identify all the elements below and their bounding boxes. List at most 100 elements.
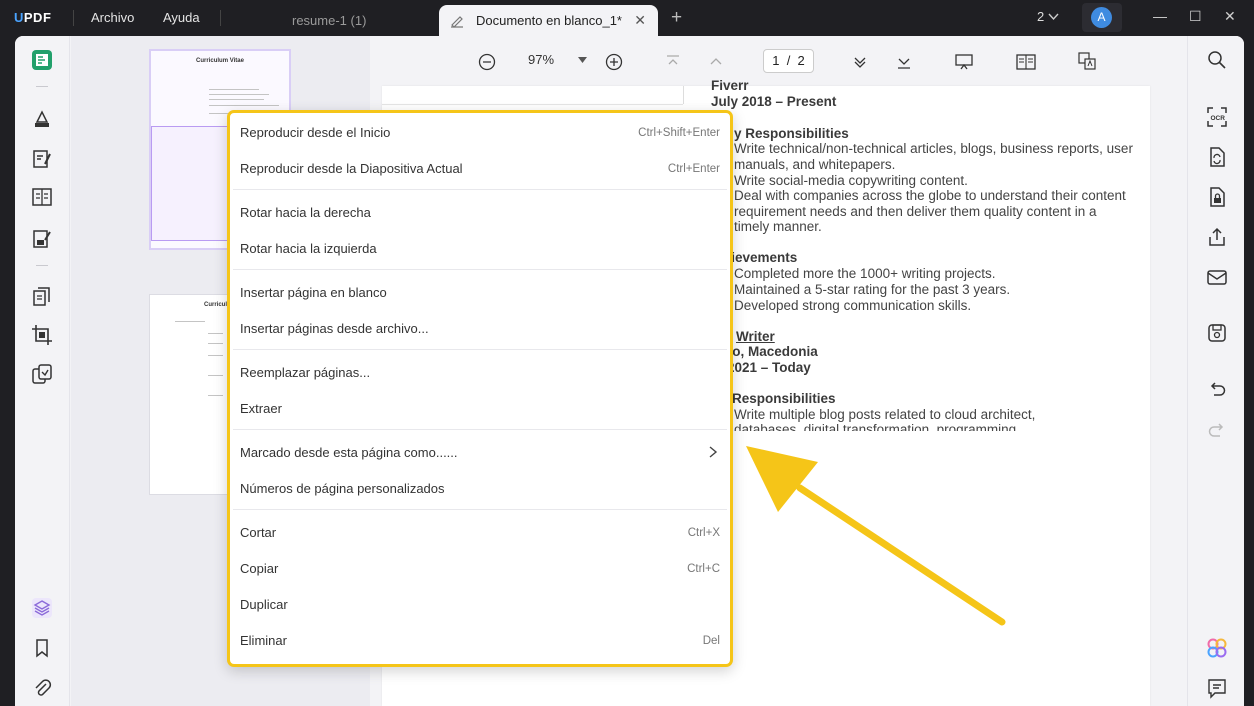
page-context-menu: Reproducir desde el Inicio Ctrl+Shift+Ent…	[227, 110, 733, 667]
reader-mode-icon[interactable]	[31, 49, 53, 71]
thumb-text-line	[209, 99, 264, 100]
thumb-text-line	[208, 333, 223, 334]
menu-separator	[233, 429, 727, 430]
thumb-text-line	[208, 375, 223, 376]
menu-separator	[233, 509, 727, 510]
zoom-level[interactable]: 97%	[528, 52, 554, 67]
menu-item-rotate-left[interactable]: Rotar hacia la izquierda	[240, 238, 720, 260]
bookmark-icon[interactable]	[31, 637, 53, 659]
svg-text:OCR: OCR	[1211, 115, 1226, 122]
chevron-down-icon	[1048, 13, 1059, 21]
page-rule	[382, 104, 683, 105]
menu-item-extract[interactable]: Extraer	[240, 398, 720, 420]
thumbnail-selection	[151, 126, 231, 241]
right-tool-rail: OCR	[1187, 36, 1244, 706]
menu-item-custom-page-numbers[interactable]: Números de página personalizados	[240, 478, 720, 500]
zoom-out-icon[interactable]	[478, 53, 496, 71]
thumb-text-line	[209, 105, 279, 106]
title-separator	[73, 10, 74, 26]
doc-line: requirement needs and then deliver them …	[734, 204, 1097, 219]
comment-icon[interactable]	[1206, 677, 1228, 699]
crop-icon[interactable]	[31, 324, 53, 346]
share-icon[interactable]	[1206, 226, 1228, 248]
menu-item-insert-blank-page[interactable]: Insertar página en blanco	[240, 282, 720, 304]
job-company: Fiverr	[711, 78, 749, 93]
page-display-icon[interactable]	[1016, 54, 1036, 70]
protect-icon[interactable]	[1206, 186, 1228, 208]
rail-divider	[36, 86, 48, 87]
tab-documento-active[interactable]: Documento en blanco_1* ✕	[439, 5, 658, 36]
doc-line: Write social-media copywriting content.	[734, 173, 968, 188]
presentation-icon[interactable]	[955, 54, 973, 70]
tab-label: Documento en blanco_1*	[476, 13, 622, 28]
ocr-icon[interactable]: OCR	[1206, 106, 1228, 128]
doc-line-clipped: databases, digital transformation, progr…	[734, 422, 1017, 431]
save-icon[interactable]	[1206, 322, 1228, 344]
shortcut: Ctrl+X	[687, 527, 720, 539]
minimize-button[interactable]: —	[1153, 8, 1167, 24]
first-page-icon[interactable]	[666, 55, 680, 69]
avatar[interactable]: A	[1091, 7, 1112, 28]
menu-item-replace-pages[interactable]: Reemplazar páginas...	[240, 362, 720, 384]
zoom-dropdown-icon[interactable]	[578, 57, 587, 64]
arrow-annotation-icon	[746, 446, 1006, 626]
attachment-icon[interactable]	[31, 677, 53, 699]
compare-icon[interactable]	[31, 363, 53, 385]
menu-item-insert-from-file[interactable]: Insertar páginas desde archivo...	[240, 318, 720, 340]
menu-ayuda[interactable]: Ayuda	[163, 10, 200, 25]
window-count[interactable]: 2	[1037, 9, 1059, 24]
section-heading: Responsibilities	[732, 391, 836, 406]
close-window-button[interactable]: ✕	[1224, 8, 1236, 25]
close-tab-icon[interactable]: ✕	[634, 5, 646, 36]
menu-item-cut[interactable]: Cortar Ctrl+X	[240, 522, 720, 544]
rail-divider	[36, 265, 48, 266]
doc-line: manuals, and whitepapers.	[734, 157, 896, 172]
layers-icon[interactable]	[31, 597, 53, 619]
last-page-icon[interactable]	[897, 55, 911, 69]
section-heading: hievements	[723, 250, 798, 265]
translate-icon[interactable]	[1078, 52, 1096, 70]
menu-item-copy[interactable]: Copiar Ctrl+C	[240, 558, 720, 580]
menu-separator	[233, 189, 727, 190]
doc-line: Maintained a 5-star rating for the past …	[734, 282, 1011, 297]
tab-resume[interactable]: resume-1 (1)	[292, 5, 366, 36]
undo-icon[interactable]	[1206, 379, 1228, 401]
edit-pdf-icon[interactable]	[31, 148, 53, 170]
section-heading: y Responsibilities	[734, 126, 849, 141]
menu-item-play-from-current[interactable]: Reproducir desde la Diapositiva Actual Ct…	[240, 158, 720, 180]
previous-page-icon[interactable]	[709, 55, 723, 69]
zoom-in-icon[interactable]	[605, 53, 623, 71]
shortcut: Ctrl+C	[687, 563, 720, 575]
ai-assistant-icon[interactable]	[1206, 637, 1228, 659]
new-tab-button[interactable]: +	[671, 7, 682, 29]
convert-icon[interactable]	[1206, 146, 1228, 168]
organize-pages-icon[interactable]	[31, 186, 53, 208]
shortcut: Ctrl+Enter	[667, 163, 720, 175]
doc-line: Completed more the 1000+ writing project…	[734, 266, 996, 281]
title-separator	[220, 10, 221, 26]
menu-item-rotate-right[interactable]: Rotar hacia la derecha	[240, 202, 720, 224]
thumb-text-line	[209, 94, 269, 95]
job-title: Writer	[736, 329, 775, 344]
doc-line: timely manner.	[734, 219, 822, 234]
thumbnail-title: Curriculum Vitae	[196, 58, 244, 64]
search-icon[interactable]	[1206, 49, 1228, 71]
shortcut: Del	[702, 635, 720, 647]
maximize-button[interactable]: ☐	[1189, 8, 1202, 25]
menu-archivo[interactable]: Archivo	[91, 10, 134, 25]
highlighter-icon[interactable]	[31, 108, 53, 130]
menu-item-delete[interactable]: Eliminar Del	[240, 630, 720, 652]
title-bar: UPDF Archivo Ayuda resume-1 (1) Document…	[0, 0, 1254, 36]
doc-line: Write multiple blog posts related to clo…	[734, 407, 1036, 422]
menu-item-play-from-start[interactable]: Reproducir desde el Inicio Ctrl+Shift+Ent…	[240, 122, 720, 144]
menu-item-duplicate[interactable]: Duplicar	[240, 594, 720, 616]
next-page-icon[interactable]	[853, 55, 867, 69]
page-number-input[interactable]: 1 / 2	[763, 49, 814, 73]
page-tools-icon[interactable]	[31, 286, 53, 308]
redo-icon[interactable]	[1206, 420, 1228, 442]
app-logo: UPDF	[14, 10, 52, 25]
menu-item-mark-from-page[interactable]: Marcado desde esta página como......	[240, 442, 720, 464]
email-icon[interactable]	[1206, 266, 1228, 288]
job-location: ro, Macedonia	[727, 344, 818, 359]
form-icon[interactable]	[31, 228, 53, 250]
